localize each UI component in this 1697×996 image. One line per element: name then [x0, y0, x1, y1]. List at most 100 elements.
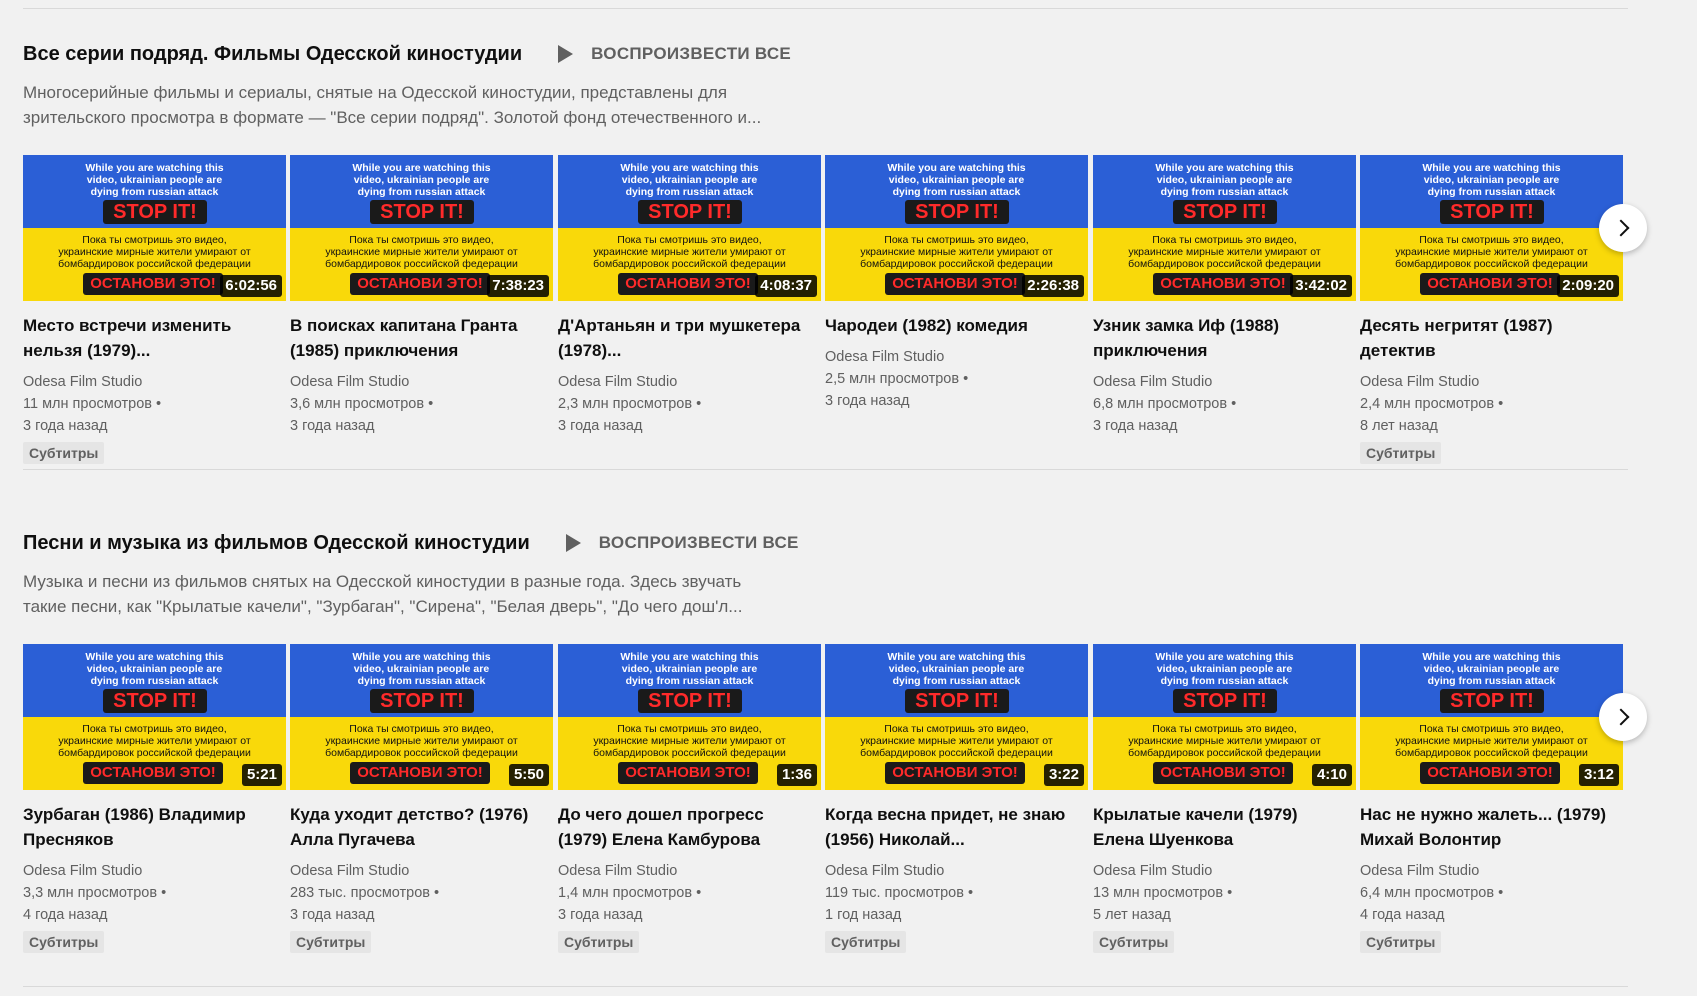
thumbnail-russian-text: Пока ты смотришь это видео, украинские м… — [290, 723, 553, 759]
video-thumbnail[interactable]: While you are watching this video, ukrai… — [290, 644, 553, 790]
video-card[interactable]: While you are watching this video, ukrai… — [1093, 155, 1356, 437]
channel-name[interactable]: Odesa Film Studio — [23, 371, 286, 393]
thumbnail-russian-text: Пока ты смотришь это видео, украинские м… — [1360, 723, 1623, 759]
video-title[interactable]: Узник замка Иф (1988) приключения — [1093, 313, 1343, 363]
video-card[interactable]: While you are watching this video, ukrai… — [1360, 644, 1623, 953]
video-thumbnail[interactable]: While you are watching this video, ukrai… — [1360, 155, 1623, 301]
video-duration: 1:36 — [776, 764, 817, 786]
thumbnail-english-text: While you are watching this video, ukrai… — [825, 651, 1088, 687]
video-title[interactable]: Чародеи (1982) комедия — [825, 313, 1075, 338]
video-title[interactable]: Зурбаган (1986) Владимир Пресняков — [23, 802, 273, 852]
channel-name[interactable]: Odesa Film Studio — [290, 860, 553, 882]
video-thumbnail[interactable]: While you are watching this video, ukrai… — [1093, 155, 1356, 301]
thumbnail-english-text: While you are watching this video, ukrai… — [290, 651, 553, 687]
channel-name[interactable]: Odesa Film Studio — [1093, 371, 1356, 393]
video-thumbnail[interactable]: While you are watching this video, ukrai… — [825, 155, 1088, 301]
thumbnail-text-line: украинские мирные жители умирают от — [860, 735, 1053, 747]
upload-age: 5 лет назад — [1093, 907, 1171, 923]
channel-name[interactable]: Odesa Film Studio — [1093, 860, 1356, 882]
thumbnail-text-line: While you are watching this — [887, 162, 1026, 174]
video-thumbnail[interactable]: While you are watching this video, ukrai… — [290, 155, 553, 301]
video-card[interactable]: While you are watching this video, ukrai… — [1093, 644, 1356, 953]
thumbnail-text-line: video, ukrainian people are — [621, 663, 758, 675]
video-title[interactable]: Крылатые качели (1979) Елена Шуенкова — [1093, 802, 1343, 852]
video-card[interactable]: While you are watching this video, ukrai… — [23, 155, 286, 464]
shelf-divider — [23, 469, 1628, 470]
view-count: 13 млн просмотров • — [1093, 885, 1233, 901]
thumbnail-text-line: бомбардировок российской федерации — [58, 747, 251, 759]
view-count: 6,8 млн просмотров • — [1093, 396, 1237, 412]
channel-name[interactable]: Odesa Film Studio — [290, 371, 553, 393]
video-title[interactable]: Место встречи изменить нельзя (1979)... — [23, 313, 273, 363]
thumbnail-russian-text: Пока ты смотришь это видео, украинские м… — [825, 723, 1088, 759]
video-title[interactable]: Куда уходит детство? (1976) Алла Пугачев… — [290, 802, 540, 852]
video-title[interactable]: Д'Артаньян и три мушкетера (1978)... — [558, 313, 808, 363]
view-count: 6,4 млн просмотров • — [1360, 885, 1504, 901]
video-title[interactable]: Когда весна придет, не знаю (1956) Никол… — [825, 802, 1075, 852]
play-icon — [565, 534, 581, 552]
channel-name[interactable]: Odesa Film Studio — [558, 860, 821, 882]
ostanovi-label: ОСТАНОВИ ЭТО! — [618, 762, 758, 784]
channel-name[interactable]: Odesa Film Studio — [825, 860, 1088, 882]
shelf-next-button[interactable] — [1599, 204, 1647, 252]
video-card[interactable]: While you are watching this video, ukrai… — [290, 155, 553, 437]
thumbnail-russian-text: Пока ты смотришь это видео, украинские м… — [558, 723, 821, 759]
video-title[interactable]: В поисках капитана Гранта (1985) приключ… — [290, 313, 540, 363]
shelf-description-line: Музыка и песни из фильмов снятых на Одес… — [23, 572, 742, 591]
thumbnail-english-text: While you are watching this video, ukrai… — [558, 651, 821, 687]
thumbnail-english-text: While you are watching this video, ukrai… — [1093, 162, 1356, 198]
video-thumbnail[interactable]: While you are watching this video, ukrai… — [1360, 644, 1623, 790]
shelf-title[interactable]: Песни и музыка из фильмов Одесской кинос… — [23, 532, 530, 555]
channel-name[interactable]: Odesa Film Studio — [1360, 860, 1623, 882]
thumbnail-text-line: Пока ты смотришь это видео, — [1152, 723, 1297, 735]
shelf-description: Музыка и песни из фильмов снятых на Одес… — [23, 569, 783, 619]
play-all-button[interactable]: ВОСПРОИЗВЕСТИ ВСЕ — [558, 44, 791, 64]
view-count: 2,3 млн просмотров • — [558, 396, 702, 412]
thumbnail-text-line: Пока ты смотришь это видео, — [617, 234, 762, 246]
video-duration: 5:21 — [241, 764, 282, 786]
shelf-description: Многосерийные фильмы и сериалы, снятые н… — [23, 80, 783, 130]
subtitles-badge: Субтитры — [558, 931, 640, 953]
thumbnail-text-line: украинские мирные жители умирают от — [1395, 735, 1588, 747]
thumbnail-text-line: Пока ты смотришь это видео, — [349, 234, 494, 246]
subtitles-badge: Субтитры — [290, 931, 372, 953]
channel-name[interactable]: Odesa Film Studio — [825, 346, 1088, 368]
video-card[interactable]: While you are watching this video, ukrai… — [825, 155, 1088, 412]
thumbnail-text-line: бомбардировок российской федерации — [593, 747, 786, 759]
thumbnail-russian-text: Пока ты смотришь это видео, украинские м… — [290, 234, 553, 270]
video-thumbnail[interactable]: While you are watching this video, ukrai… — [23, 644, 286, 790]
video-card[interactable]: While you are watching this video, ukrai… — [558, 644, 821, 953]
ostanovi-label: ОСТАНОВИ ЭТО! — [83, 762, 223, 784]
channel-name[interactable]: Odesa Film Studio — [23, 860, 286, 882]
view-count: 119 тыс. просмотров • — [825, 885, 974, 901]
video-thumbnail[interactable]: While you are watching this video, ukrai… — [1093, 644, 1356, 790]
video-title[interactable]: До чего дошел прогресс (1979) Елена Камб… — [558, 802, 808, 852]
thumbnail-text-line: Пока ты смотришь это видео, — [82, 234, 227, 246]
shelf-description-line: такие песни, как "Крылатые качели", "Зур… — [23, 597, 743, 616]
view-count: 3,3 млн просмотров • — [23, 885, 167, 901]
channel-name[interactable]: Odesa Film Studio — [1360, 371, 1623, 393]
shelf-title[interactable]: Все серии подряд. Фильмы Одесской киност… — [23, 43, 522, 66]
upload-age: 4 года назад — [23, 907, 108, 923]
video-card[interactable]: While you are watching this video, ukrai… — [23, 644, 286, 953]
video-title[interactable]: Нас не нужно жалеть... (1979) Михай Воло… — [1360, 802, 1610, 852]
video-card[interactable]: While you are watching this video, ukrai… — [290, 644, 553, 953]
video-card[interactable]: While you are watching this video, ukrai… — [1360, 155, 1623, 464]
channel-name[interactable]: Odesa Film Studio — [558, 371, 821, 393]
subtitles-badge: Субтитры — [825, 931, 907, 953]
upload-age: 3 года назад — [1093, 418, 1178, 434]
video-title[interactable]: Десять негритят (1987) детектив — [1360, 313, 1610, 363]
shelf-next-button[interactable] — [1599, 693, 1647, 741]
video-duration: 3:12 — [1578, 764, 1619, 786]
upload-age: 3 года назад — [825, 393, 910, 409]
play-all-button[interactable]: ВОСПРОИЗВЕСТИ ВСЕ — [565, 533, 799, 553]
thumbnail-text-line: While you are watching this — [1155, 162, 1294, 174]
stop-it-label: STOP IT! — [103, 689, 207, 713]
video-card[interactable]: While you are watching this video, ukrai… — [825, 644, 1088, 953]
ostanovi-label: ОСТАНОВИ ЭТО! — [83, 273, 223, 295]
video-thumbnail[interactable]: While you are watching this video, ukrai… — [558, 155, 821, 301]
video-thumbnail[interactable]: While you are watching this video, ukrai… — [558, 644, 821, 790]
video-card[interactable]: While you are watching this video, ukrai… — [558, 155, 821, 437]
video-thumbnail[interactable]: While you are watching this video, ukrai… — [23, 155, 286, 301]
video-thumbnail[interactable]: While you are watching this video, ukrai… — [825, 644, 1088, 790]
